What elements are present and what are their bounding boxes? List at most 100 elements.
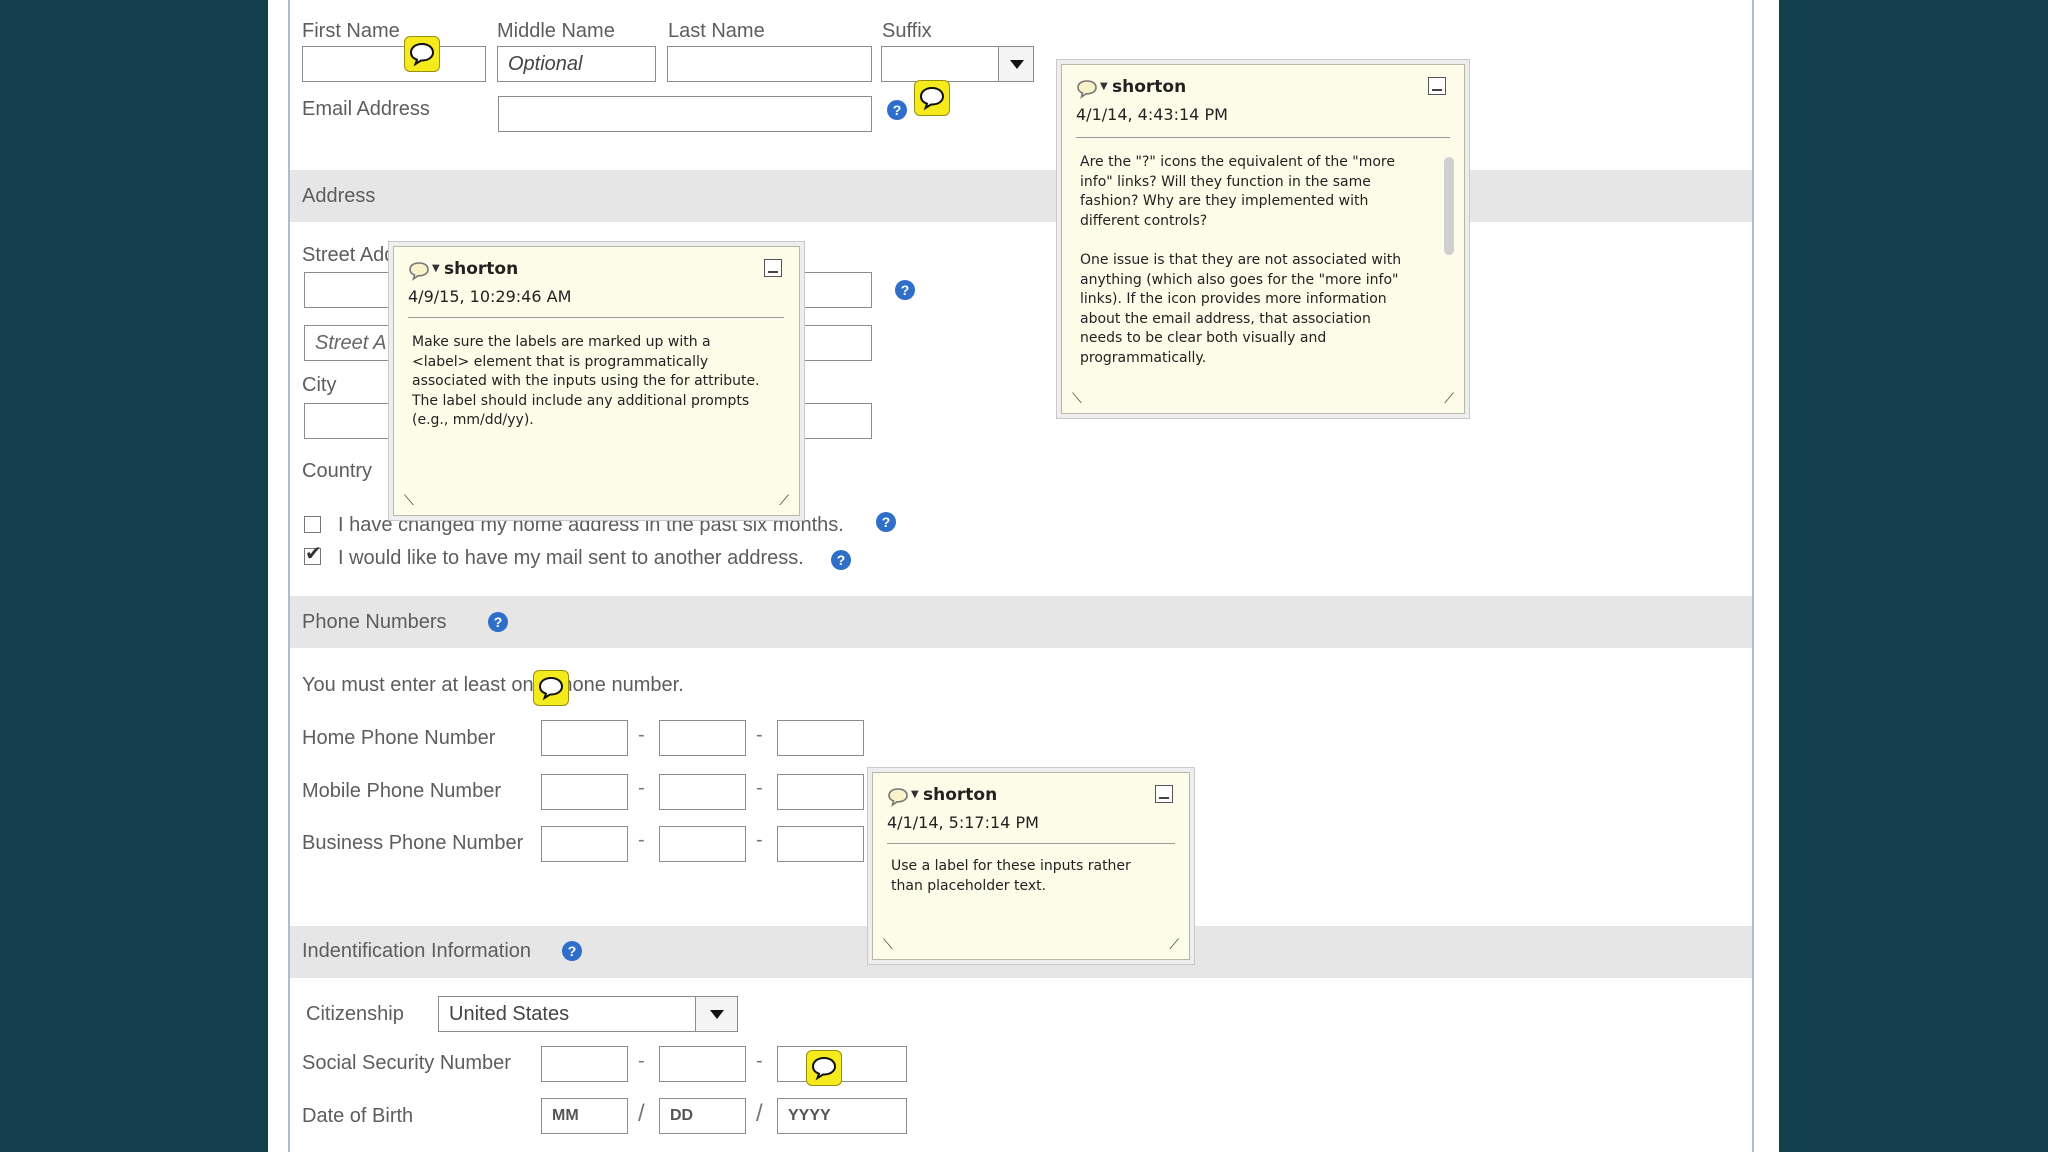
ssn-label: Social Security Number — [302, 1052, 511, 1074]
divider — [408, 317, 784, 318]
middle-name-label: Middle Name — [497, 20, 615, 42]
business-phone-prefix-input[interactable] — [659, 826, 746, 862]
checkmark-icon: ✔ — [305, 543, 322, 565]
home-phone-prefix-input[interactable] — [659, 720, 746, 756]
help-icon[interactable]: ? — [488, 612, 508, 632]
separator: / — [756, 1100, 763, 1127]
email-input[interactable] — [498, 96, 872, 132]
mobile-phone-area-input[interactable] — [541, 774, 628, 810]
note-author: shorton — [923, 785, 998, 805]
chevron-down-icon[interactable]: ▼ — [1100, 81, 1108, 92]
phone-instruction: You must enter at least one phone number… — [302, 674, 684, 696]
separator: - — [756, 724, 763, 746]
help-icon[interactable]: ? — [562, 941, 582, 961]
note-author: shorton — [444, 259, 519, 279]
dob-year-input[interactable]: YYYY — [777, 1098, 907, 1134]
ssn-part2-input[interactable] — [659, 1046, 746, 1082]
mail-other-address-label: I would like to have my mail sent to ano… — [338, 547, 804, 569]
first-name-input[interactable] — [302, 46, 486, 82]
home-phone-area-input[interactable] — [541, 720, 628, 756]
separator: / — [638, 1100, 645, 1127]
note-date: 4/1/14, 4:43:14 PM — [1076, 105, 1228, 124]
chevron-down-icon[interactable]: ▼ — [432, 263, 440, 274]
separator: - — [638, 1050, 645, 1072]
comment-icon — [1077, 80, 1097, 99]
city-label: City — [302, 374, 337, 396]
resize-handle-icon[interactable]: ⟋ — [1444, 391, 1454, 407]
chevron-down-icon — [710, 1010, 724, 1019]
comment-marker-icon[interactable] — [404, 36, 440, 72]
separator: - — [638, 777, 645, 799]
minimize-icon[interactable] — [1155, 785, 1173, 803]
divider — [1076, 137, 1450, 138]
form-page: First Name Middle Name Optional Last Nam… — [268, 0, 1779, 1152]
mobile-phone-label: Mobile Phone Number — [302, 780, 501, 802]
resize-handle-icon[interactable]: ⟍ — [1072, 391, 1082, 407]
separator: - — [756, 777, 763, 799]
separator: - — [638, 724, 645, 746]
resize-handle-icon[interactable]: ⟋ — [779, 493, 789, 509]
help-icon[interactable]: ? — [876, 512, 896, 532]
resize-handle-icon[interactable]: ⟋ — [1169, 937, 1179, 953]
note-date: 4/9/15, 10:29:46 AM — [408, 287, 572, 306]
country-label: Country — [302, 460, 373, 482]
note-body: Make sure the labels are marked up with … — [412, 334, 760, 429]
minimize-icon[interactable] — [1428, 77, 1446, 95]
help-icon[interactable]: ? — [831, 550, 851, 570]
comment-note[interactable]: ▼ shorton 4/9/15, 10:29:46 AM Make sure … — [393, 246, 800, 516]
chevron-down-icon — [1010, 60, 1024, 69]
comment-marker-icon[interactable] — [914, 80, 950, 116]
resize-handle-icon[interactable]: ⟍ — [404, 493, 414, 509]
changed-address-label: I have changed my home address in the pa… — [338, 514, 844, 536]
minimize-icon[interactable] — [764, 259, 782, 277]
separator: - — [756, 829, 763, 851]
dob-month-input[interactable]: MM — [541, 1098, 628, 1134]
suffix-dropdown-button[interactable] — [998, 46, 1034, 82]
street-address-label: Street Add — [302, 244, 396, 266]
comment-icon — [888, 788, 908, 807]
mobile-phone-line-input[interactable] — [777, 774, 864, 810]
middle-name-input[interactable]: Optional — [497, 46, 656, 82]
phone-title: Phone Numbers — [302, 611, 447, 633]
business-phone-area-input[interactable] — [541, 826, 628, 862]
citizenship-select[interactable]: United States — [438, 996, 696, 1032]
section-header-address: Address — [290, 170, 1754, 222]
ssn-part1-input[interactable] — [541, 1046, 628, 1082]
help-icon[interactable]: ? — [887, 100, 907, 120]
mobile-phone-prefix-input[interactable] — [659, 774, 746, 810]
comment-marker-icon[interactable] — [806, 1050, 842, 1086]
separator: - — [638, 829, 645, 851]
divider — [887, 843, 1175, 844]
citizenship-dropdown-button[interactable] — [695, 996, 738, 1032]
comment-icon — [409, 262, 429, 281]
suffix-select[interactable] — [881, 46, 999, 82]
last-name-input[interactable] — [667, 46, 872, 82]
business-phone-line-input[interactable] — [777, 826, 864, 862]
business-phone-label: Business Phone Number — [302, 832, 524, 854]
home-phone-line-input[interactable] — [777, 720, 864, 756]
comment-note[interactable]: ▼ shorton 4/1/14, 5:17:14 PM Use a label… — [872, 772, 1190, 960]
resize-handle-icon[interactable]: ⟍ — [883, 937, 893, 953]
last-name-label: Last Name — [668, 20, 765, 42]
mail-other-address-checkbox[interactable]: ✔ — [304, 543, 322, 565]
note-author: shorton — [1112, 77, 1187, 97]
comment-note[interactable]: ▼ shorton 4/1/14, 4:43:14 PM Are the "?"… — [1061, 64, 1465, 414]
email-label: Email Address — [302, 98, 430, 120]
dob-day-input[interactable]: DD — [659, 1098, 746, 1134]
identification-title: Indentification Information — [302, 940, 532, 962]
section-header-phone: Phone Numbers ? — [290, 596, 1754, 648]
scrollbar[interactable] — [1444, 157, 1454, 255]
note-date: 4/1/14, 5:17:14 PM — [887, 813, 1039, 832]
home-phone-label: Home Phone Number — [302, 727, 496, 749]
note-body: Are the "?" icons the equivalent of the … — [1080, 154, 1402, 366]
chevron-down-icon[interactable]: ▼ — [911, 789, 919, 800]
help-icon[interactable]: ? — [895, 280, 915, 300]
citizenship-label: Citizenship — [306, 1003, 404, 1025]
dob-label: Date of Birth — [302, 1105, 414, 1127]
changed-address-checkbox[interactable] — [304, 516, 321, 533]
suffix-label: Suffix — [882, 20, 932, 42]
ssn-part3-input[interactable] — [777, 1046, 907, 1082]
comment-marker-icon[interactable] — [533, 670, 569, 706]
address-title: Address — [302, 185, 376, 207]
separator: - — [756, 1050, 763, 1072]
